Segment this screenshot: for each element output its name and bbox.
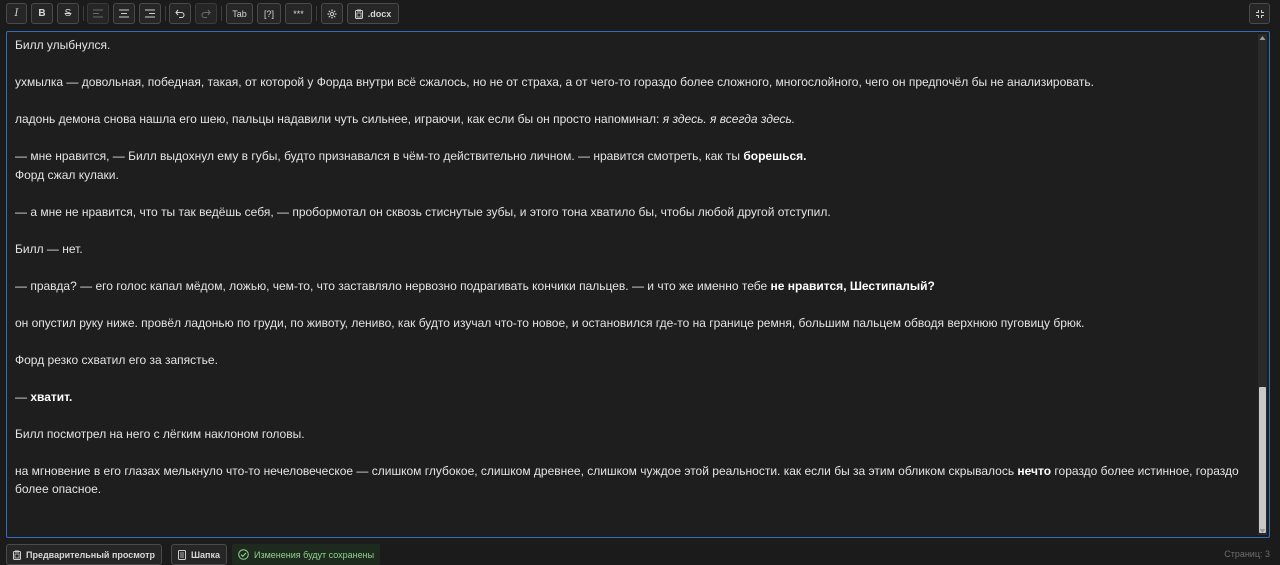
- status-bar: Предварительный просмотр Шапка Изменения…: [0, 543, 1280, 565]
- paragraph: ухмылка — довольная, победная, такая, от…: [15, 75, 1095, 89]
- export-docx-button[interactable]: .docx: [347, 3, 399, 24]
- paragraph: Билл улыбнулся.: [15, 38, 111, 52]
- paragraph: — правда? — его голос капал мёдом, ложью…: [15, 278, 935, 293]
- bold-text: не нравится, Шестипалый?: [770, 278, 935, 293]
- check-circle-icon: [238, 549, 249, 560]
- save-status-label: Изменения будут сохранены: [254, 549, 375, 560]
- paragraph: Билл — нет.: [15, 241, 83, 256]
- undo-icon: [175, 9, 185, 18]
- bold-text: борешься.: [743, 149, 807, 163]
- export-docx-label: .docx: [367, 8, 392, 19]
- bold-text: хватит.: [30, 389, 73, 404]
- collapse-icon: [1255, 9, 1264, 18]
- page-count: Страниц: 3: [1224, 549, 1270, 559]
- paragraph: — хватит.: [15, 389, 73, 404]
- bold-button[interactable]: B: [31, 3, 53, 24]
- preview-label: Предварительный просмотр: [26, 549, 155, 560]
- insert-separator-button[interactable]: ***: [285, 3, 312, 24]
- scrollbar-thumb[interactable]: [1259, 387, 1266, 533]
- tab-button[interactable]: Tab: [226, 3, 253, 24]
- italic-button[interactable]: I: [6, 3, 27, 24]
- paragraph: Форд сжал кулаки.: [15, 167, 119, 182]
- header-label: Шапка: [191, 549, 220, 560]
- paragraph: — мне нравится, — Билл выдохнул ему в гу…: [15, 149, 807, 163]
- editor-content[interactable]: Билл улыбнулся. ухмылка — довольная, поб…: [15, 36, 1247, 499]
- toolbar: I B S Tab [?] *** .docx: [0, 0, 1280, 26]
- align-center-button[interactable]: [113, 3, 135, 24]
- preview-button[interactable]: Предварительный просмотр: [6, 544, 162, 565]
- scroll-up-arrow-icon[interactable]: [1259, 35, 1266, 41]
- toolbar-divider: [83, 6, 84, 21]
- paragraph: — а мне не нравится, что ты так ведёшь с…: [15, 204, 831, 219]
- redo-icon: [201, 9, 211, 18]
- settings-button[interactable]: [321, 3, 343, 24]
- paragraph: Билл посмотрел на него с лёгким наклоном…: [15, 426, 305, 441]
- bold-text: нечто: [1017, 463, 1052, 478]
- align-left-icon: [93, 9, 103, 18]
- paragraph: на мгновение в его глазах мелькнуло что-…: [15, 463, 1239, 497]
- document-icon: [178, 549, 186, 560]
- vertical-scrollbar[interactable]: [1258, 34, 1267, 535]
- align-center-icon: [119, 9, 129, 18]
- scroll-down-arrow-icon[interactable]: [1259, 528, 1266, 534]
- align-right-button[interactable]: [139, 3, 161, 24]
- fullscreen-button[interactable]: [1249, 3, 1270, 24]
- gear-icon: [327, 9, 337, 18]
- help-button[interactable]: [?]: [257, 3, 281, 24]
- strikethrough-button[interactable]: S: [57, 3, 79, 24]
- italic-text: я здесь. я всегда здесь.: [662, 112, 796, 126]
- header-button[interactable]: Шапка: [171, 544, 227, 565]
- toolbar-divider: [221, 6, 222, 21]
- clipboard-icon: [354, 9, 363, 19]
- paragraph: он опустил руку ниже. провёл ладонью по …: [15, 315, 1085, 330]
- align-right-icon: [145, 9, 155, 18]
- toolbar-divider: [165, 6, 166, 21]
- text-editor[interactable]: Билл улыбнулся. ухмылка — довольная, поб…: [6, 31, 1270, 538]
- toolbar-divider: [316, 6, 317, 21]
- align-left-button[interactable]: [87, 3, 109, 24]
- save-status: Изменения будут сохранены: [232, 544, 381, 565]
- redo-button[interactable]: [195, 3, 217, 24]
- clipboard-icon: [13, 550, 21, 560]
- paragraph: Форд резко схватил его за запястье.: [15, 352, 218, 367]
- paragraph: ладонь демона снова нашла его шею, пальц…: [15, 112, 796, 126]
- undo-button[interactable]: [169, 3, 191, 24]
